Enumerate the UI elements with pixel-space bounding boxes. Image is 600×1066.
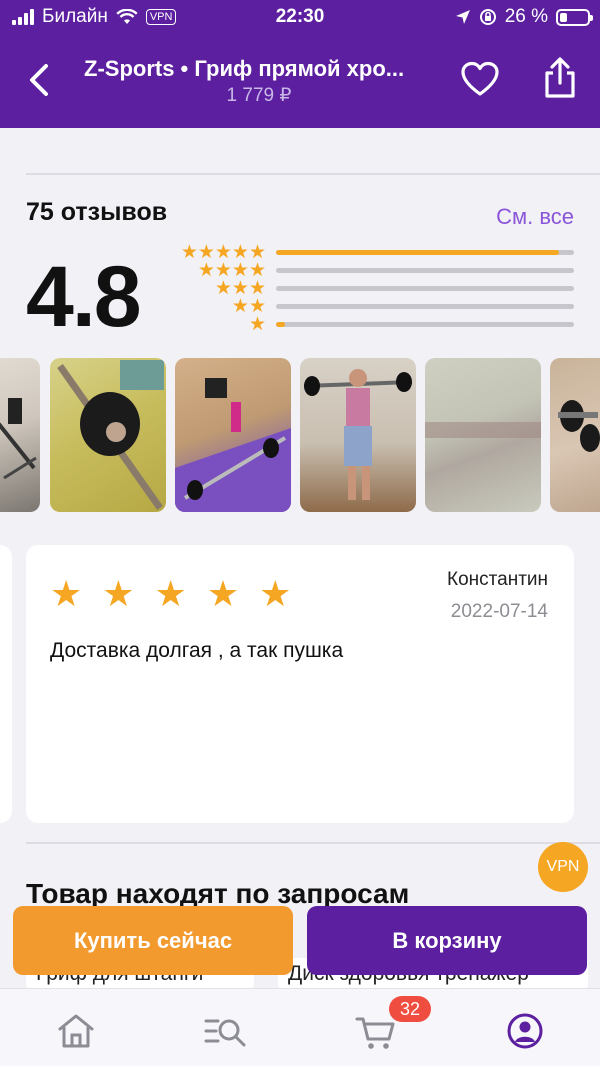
reviews-count: 75 отзывов bbox=[26, 198, 168, 226]
status-right: 26 % bbox=[455, 6, 593, 28]
see-all-reviews-link[interactable]: См. все bbox=[496, 204, 574, 230]
app-header: Билайн VPN 22:30 26 % Z-Sports • Гриф пр bbox=[0, 0, 600, 128]
location-arrow-icon bbox=[455, 10, 470, 24]
review-date: 2022-07-14 bbox=[450, 601, 548, 622]
review-photo[interactable] bbox=[0, 358, 40, 512]
previous-review-card[interactable] bbox=[0, 545, 12, 823]
rating-bar-fill bbox=[276, 250, 560, 255]
buy-now-button[interactable]: Купить сейчас bbox=[13, 906, 293, 975]
catalog-search-icon[interactable] bbox=[204, 1011, 248, 1051]
profile-icon[interactable] bbox=[503, 1011, 547, 1051]
rating-bar-1 bbox=[276, 322, 574, 327]
review-photo[interactable] bbox=[50, 358, 166, 512]
review-card[interactable]: ★ ★ ★ ★ ★ Константин 2022-07-14 Доставка… bbox=[26, 545, 574, 823]
share-icon[interactable] bbox=[540, 56, 580, 100]
home-icon[interactable] bbox=[54, 1011, 98, 1051]
favorite-heart-icon[interactable] bbox=[460, 60, 500, 100]
rating-bar-2 bbox=[276, 304, 574, 309]
status-bar: Билайн VPN 22:30 26 % bbox=[0, 0, 600, 34]
rating-stars-legend: ★★★★★ ★★★★ ★★★ ★★ ★ bbox=[172, 243, 266, 335]
review-photo[interactable] bbox=[300, 358, 416, 512]
add-to-cart-button[interactable]: В корзину bbox=[307, 906, 587, 975]
product-price: 1 779 ₽ bbox=[226, 85, 292, 106]
review-photo[interactable] bbox=[550, 358, 600, 512]
section-divider bbox=[26, 173, 600, 175]
orientation-lock-icon bbox=[479, 9, 496, 25]
cart-count-badge: 32 bbox=[389, 996, 431, 1022]
review-photo[interactable] bbox=[425, 358, 541, 512]
back-icon[interactable] bbox=[22, 60, 58, 100]
rating-bar-fill bbox=[276, 322, 285, 327]
review-text: Доставка долгая , а так пушка bbox=[50, 639, 344, 662]
review-photos-strip[interactable] bbox=[0, 358, 600, 514]
vpn-floating-button[interactable]: VPN bbox=[538, 842, 588, 892]
review-star-rating: ★ ★ ★ ★ ★ bbox=[50, 573, 297, 614]
bottom-navigation bbox=[0, 988, 600, 1066]
rating-bar-4 bbox=[276, 268, 574, 273]
rating-bar-5 bbox=[276, 250, 574, 255]
review-author: Константин bbox=[447, 569, 548, 590]
rating-bar-3 bbox=[276, 286, 574, 291]
review-photo[interactable] bbox=[175, 358, 291, 512]
section-divider bbox=[26, 842, 600, 844]
battery-percent: 26 % bbox=[504, 6, 548, 27]
average-rating: 4.8 bbox=[26, 249, 142, 345]
rating-distribution-bars bbox=[276, 250, 574, 340]
product-title: Z-Sports • Гриф прямой хро... bbox=[84, 56, 405, 81]
one-star-row-icon: ★ bbox=[248, 314, 266, 335]
battery-icon bbox=[556, 8, 593, 26]
